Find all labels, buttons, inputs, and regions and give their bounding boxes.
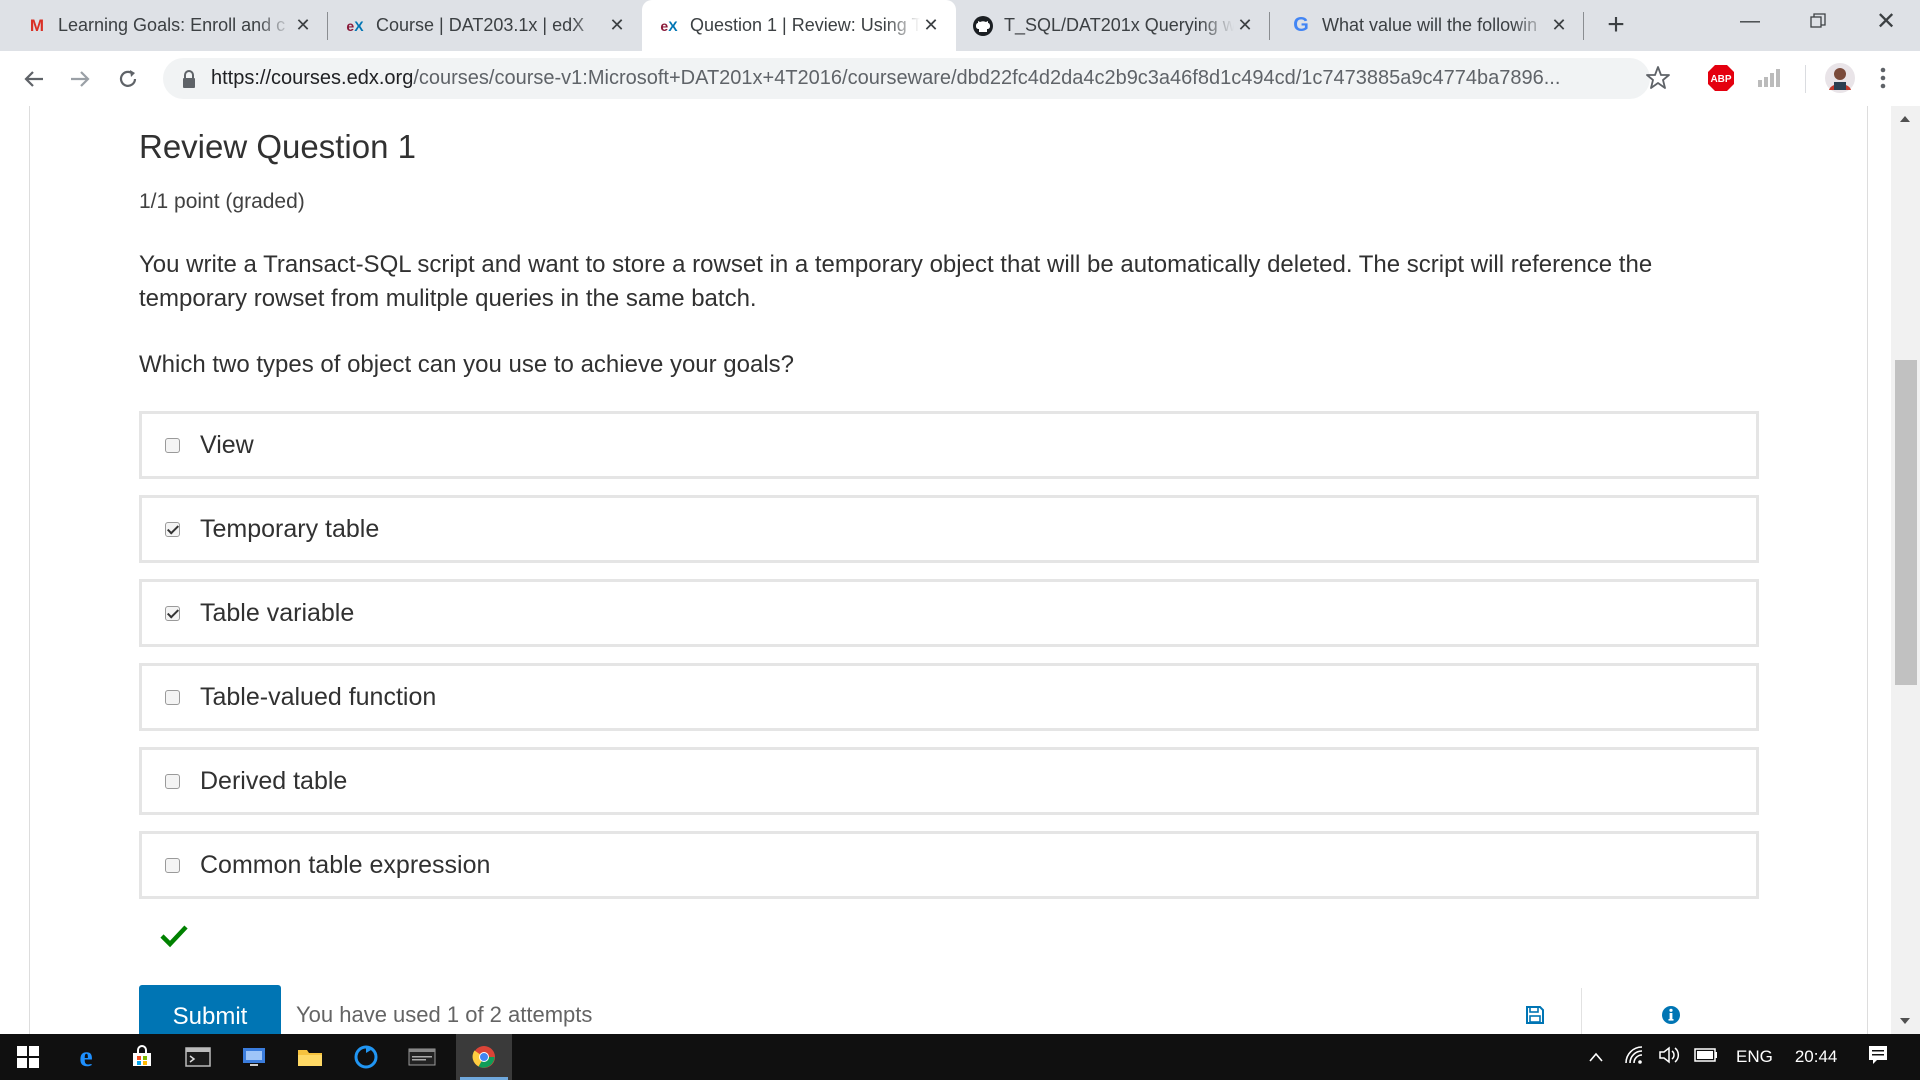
close-tab-icon[interactable]: ✕: [920, 15, 942, 36]
reload-button[interactable]: [112, 63, 144, 95]
attempts-text: You have used 1 of 2 attempts: [296, 1002, 593, 1027]
choice-label: Table variable: [200, 598, 355, 627]
back-button[interactable]: [18, 63, 50, 95]
toolbar-divider: [1805, 65, 1806, 93]
scrollbar-thumb[interactable]: [1895, 360, 1917, 685]
github-icon: [972, 15, 994, 37]
chrome-icon[interactable]: [456, 1034, 512, 1080]
choice-temporary-table[interactable]: Temporary table: [139, 495, 1759, 563]
correct-check-icon: [160, 924, 188, 953]
tab-google[interactable]: G What value will the followin ✕: [1270, 0, 1584, 51]
gmail-icon: M: [29, 15, 45, 35]
choice-label: Common table expression: [200, 850, 491, 879]
profile-avatar[interactable]: [1824, 62, 1856, 99]
forward-button[interactable]: [64, 63, 96, 95]
tab-title: T_SQL/DAT201x Querying w: [1004, 15, 1234, 35]
scroll-up-arrow-icon[interactable]: [1900, 116, 1910, 122]
edx-icon: eX: [660, 17, 678, 34]
checkbox[interactable]: [165, 689, 180, 705]
remote-desktop-icon[interactable]: [226, 1034, 282, 1080]
signal-extension-icon[interactable]: [1757, 68, 1783, 93]
lock-icon[interactable]: [181, 68, 197, 90]
tab-edx-question[interactable]: eX Question 1 | Review: Using T ✕: [642, 0, 956, 51]
tab-strip: M Learning Goals: Enroll and c ✕ eX Cour…: [0, 0, 1920, 51]
close-tab-icon[interactable]: ✕: [1548, 15, 1570, 36]
save-icon[interactable]: [1525, 1005, 1545, 1030]
submit-button[interactable]: Submit: [139, 985, 281, 1034]
svg-text:ABP: ABP: [1710, 74, 1731, 85]
problem-title: Review Question 1: [139, 128, 416, 165]
problem-points: 1/1 point (graded): [139, 190, 305, 213]
windows-taskbar: e ENG 20:44: [0, 1034, 1920, 1080]
browser-toolbar: https://courses.edx.org/courses/course-v…: [0, 51, 1920, 107]
adblock-plus-icon[interactable]: ABP: [1707, 64, 1735, 97]
wifi-icon[interactable]: [1624, 1045, 1646, 1069]
restore-button[interactable]: [1784, 0, 1852, 42]
choice-label: Derived table: [200, 766, 348, 795]
edge-browser-icon[interactable]: e: [58, 1034, 114, 1080]
new-tab-button[interactable]: +: [1600, 10, 1632, 42]
battery-icon[interactable]: [1694, 1047, 1718, 1067]
choice-view[interactable]: View: [139, 411, 1759, 479]
choice-label: Temporary table: [200, 514, 380, 543]
bookmark-star-icon[interactable]: [1645, 65, 1671, 96]
page-content: Review Question 1 1/1 point (graded) You…: [0, 106, 1920, 1034]
problem-question: Which two types of object can you use to…: [139, 351, 795, 378]
close-tab-icon[interactable]: ✕: [1234, 15, 1256, 36]
checkbox[interactable]: [165, 437, 180, 453]
tab-title: Learning Goals: Enroll and c: [58, 15, 286, 35]
choice-label: Table-valued function: [200, 682, 437, 711]
edx-icon: eX: [346, 17, 364, 34]
close-tab-icon[interactable]: ✕: [606, 15, 628, 36]
choice-derived-table[interactable]: Derived table: [139, 747, 1759, 815]
tab-title: What value will the followin: [1322, 15, 1538, 35]
sql-server-icon[interactable]: [394, 1034, 450, 1080]
close-window-button[interactable]: ✕: [1852, 0, 1920, 42]
file-explorer-icon[interactable]: [282, 1034, 338, 1080]
google-icon: G: [1293, 14, 1309, 36]
minimize-button[interactable]: —: [1716, 0, 1784, 42]
store-icon[interactable]: [114, 1034, 170, 1080]
volume-icon[interactable]: [1658, 1045, 1682, 1069]
url-text[interactable]: https://courses.edx.org/courses/course-v…: [211, 67, 1611, 90]
tab-github[interactable]: T_SQL/DAT201x Querying w ✕: [956, 0, 1270, 51]
tab-edx-course[interactable]: eX Course | DAT203.1x | edX ✕: [328, 0, 642, 51]
choice-table-variable[interactable]: Table variable: [139, 579, 1759, 647]
show-hidden-icons-icon[interactable]: [1588, 1047, 1604, 1067]
clock[interactable]: 20:44: [1795, 1047, 1838, 1067]
checkbox[interactable]: [165, 773, 180, 789]
scroll-down-arrow-icon[interactable]: [1900, 1018, 1910, 1024]
address-bar[interactable]: https://courses.edx.org/courses/course-v…: [163, 58, 1650, 99]
terminal-icon[interactable]: [170, 1034, 226, 1080]
start-windows-icon[interactable]: [0, 1034, 56, 1080]
tab-title: Course | DAT203.1x | edX: [376, 15, 585, 35]
checkbox-checked[interactable]: [165, 605, 180, 621]
language-indicator[interactable]: ENG: [1736, 1047, 1773, 1067]
page-scrollbar[interactable]: [1891, 106, 1920, 1034]
tab-title: Question 1 | Review: Using T: [690, 15, 920, 35]
kebab-menu-icon[interactable]: [1878, 65, 1888, 96]
choice-label: View: [200, 430, 254, 459]
notifications-icon[interactable]: [1867, 1044, 1889, 1071]
close-tab-icon[interactable]: ✕: [292, 15, 314, 36]
choice-common-table-expression[interactable]: Common table expression: [139, 831, 1759, 899]
choice-table-valued-function[interactable]: Table-valued function: [139, 663, 1759, 731]
tab-gmail[interactable]: M Learning Goals: Enroll and c ✕: [0, 0, 328, 51]
info-icon[interactable]: [1661, 1005, 1681, 1030]
problem-prompt: You write a Transact-SQL script and want…: [139, 251, 1653, 312]
system-tray: ENG 20:44: [1580, 1034, 1889, 1080]
sync-app-icon[interactable]: [338, 1034, 394, 1080]
checkbox[interactable]: [165, 857, 180, 873]
checkbox-checked[interactable]: [165, 521, 180, 537]
